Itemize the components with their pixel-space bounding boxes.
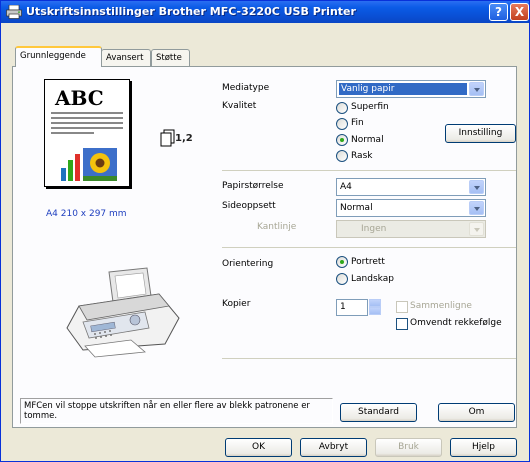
chevron-down-icon[interactable]: [469, 222, 484, 236]
spin-down-icon[interactable]: [369, 307, 381, 315]
chevron-down-icon[interactable]: [469, 201, 484, 215]
media-type-select[interactable]: Vanlig papir: [336, 80, 486, 98]
help-button[interactable]: Hjelp: [450, 438, 517, 457]
tab-support[interactable]: Støtte: [151, 49, 190, 66]
copies-spinner[interactable]: [369, 299, 381, 316]
quality-superfine-radio[interactable]: [336, 102, 348, 114]
divider: [222, 170, 516, 171]
quality-fast-radio[interactable]: [336, 150, 348, 162]
quality-settings-button[interactable]: Innstilling: [445, 124, 516, 143]
restore-defaults-button[interactable]: Standard: [340, 403, 417, 422]
copies-value: 1: [340, 302, 346, 312]
border-select[interactable]: Ingen: [336, 220, 486, 238]
quality-superfine-label: Superfin: [351, 102, 389, 112]
title-bar[interactable]: Utskriftsinnstillinger Brother MFC-3220C…: [1, 1, 529, 23]
chevron-down-icon[interactable]: [469, 180, 484, 194]
divider: [222, 358, 516, 359]
page-layout-label: Sideoppsett: [222, 201, 276, 211]
quality-fine-radio[interactable]: [336, 118, 348, 130]
orientation-portrait-radio[interactable]: [336, 256, 348, 268]
reverse-order-label: Omvendt rekkefølge: [410, 318, 502, 328]
help-title-button[interactable]: ?: [489, 3, 508, 21]
border-value: Ingen: [361, 224, 387, 234]
collate-label: Sammenligne: [410, 301, 472, 311]
preview-sample-text: ABC: [55, 86, 104, 110]
tab-advanced[interactable]: Avansert: [101, 49, 151, 66]
paper-size-value: A4: [340, 182, 352, 192]
media-type-value: Vanlig papir: [339, 83, 467, 95]
close-title-button[interactable]: X: [510, 3, 529, 21]
ok-button[interactable]: OK: [225, 438, 292, 457]
quality-fine-label: Fin: [351, 118, 364, 128]
preview-picture-icon: [61, 148, 117, 181]
ink-warning-message: MFCen vil stoppe utskriften når en eller…: [20, 398, 333, 424]
apply-button[interactable]: Bruk: [375, 438, 442, 457]
orientation-label: Orientering: [222, 259, 274, 269]
collate-checkbox[interactable]: [396, 301, 408, 313]
copies-preview-label: 1,2: [175, 133, 193, 144]
quality-fast-label: Rask: [351, 151, 373, 161]
orientation-landscape-label: Landskap: [351, 274, 394, 284]
quality-normal-label: Normal: [351, 135, 384, 145]
divider: [222, 247, 516, 248]
quality-label: Kvalitet: [222, 101, 257, 111]
media-type-label: Mediatype: [222, 83, 270, 93]
preview-text-lines: [51, 112, 123, 137]
paper-size-label: Papirstørrelse: [222, 181, 284, 191]
copies-label: Kopier: [222, 299, 251, 309]
window-title: Utskriftsinnstillinger Brother MFC-3220C…: [26, 5, 356, 18]
cancel-button[interactable]: Avbryt: [300, 438, 367, 457]
printer-icon: [6, 5, 22, 19]
page-preview: ABC: [44, 79, 130, 187]
reverse-order-checkbox[interactable]: [396, 318, 408, 330]
printer-illustration: [66, 267, 180, 358]
ink-warning-text: MFCen vil stoppe utskriften når en eller…: [24, 401, 310, 421]
page-layout-select[interactable]: Normal: [336, 199, 486, 217]
tab-basic[interactable]: Grunnleggende: [15, 46, 102, 67]
about-button[interactable]: Om: [438, 403, 515, 422]
chevron-down-icon[interactable]: [469, 82, 484, 96]
page-layout-value: Normal: [340, 203, 373, 213]
border-label: Kantlinje: [257, 222, 297, 232]
spin-up-icon[interactable]: [369, 299, 381, 307]
paper-size-readout: A4 210 x 297 mm: [46, 209, 127, 219]
orientation-landscape-radio[interactable]: [336, 273, 348, 285]
copies-input[interactable]: 1: [336, 299, 368, 316]
orientation-portrait-label: Portrett: [351, 257, 385, 267]
quality-normal-radio[interactable]: [336, 134, 348, 146]
paper-size-select[interactable]: A4: [336, 178, 486, 196]
